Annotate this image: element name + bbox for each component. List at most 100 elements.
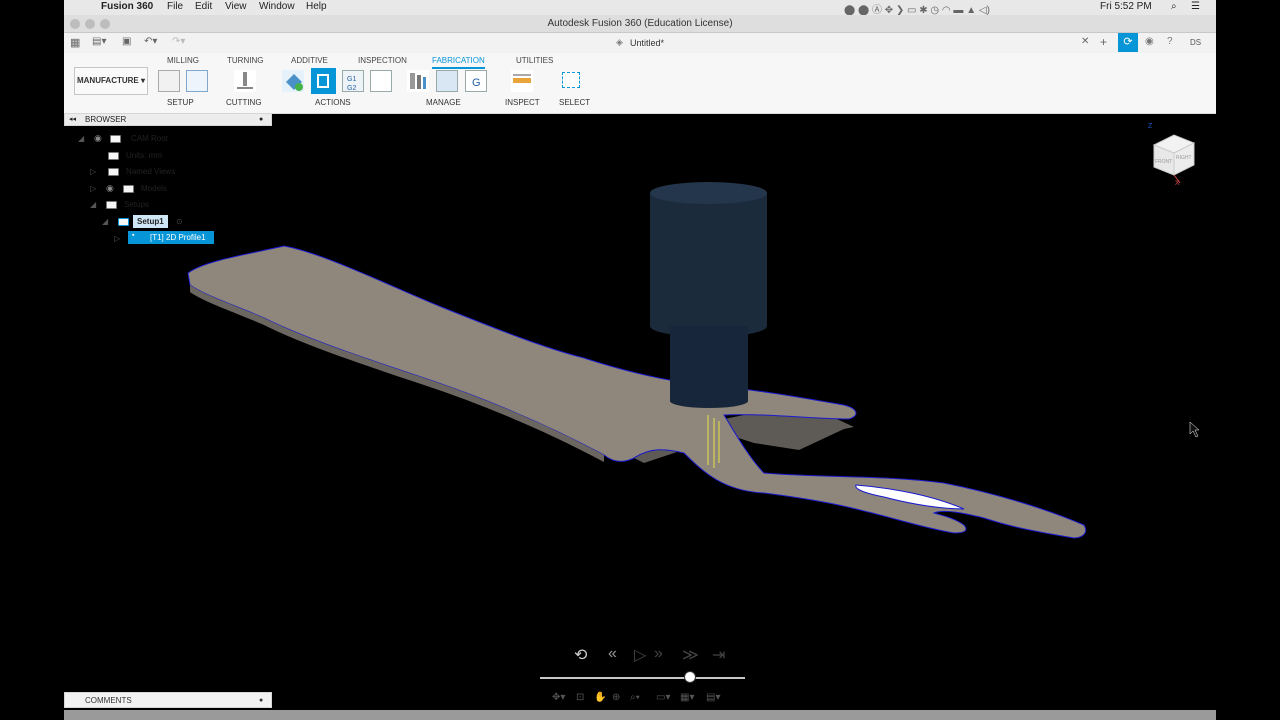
app-menu[interactable]: Fusion 360 — [101, 1, 153, 12]
save-icon[interactable]: ▣ — [122, 36, 131, 47]
select-icon[interactable] — [562, 72, 580, 88]
toolbar-ribbon: MILLING TURNING ADDITIVE INSPECTION FABR… — [64, 53, 1216, 114]
play-icon[interactable]: ▷ — [634, 645, 646, 665]
spotlight-icon[interactable]: ⌕ — [1171, 1, 1177, 12]
user-avatar[interactable]: DS — [1190, 38, 1201, 47]
group-actions[interactable]: ACTIONS — [315, 98, 351, 107]
mouse-cursor — [1189, 421, 1200, 438]
expand-triangle-icon[interactable]: ▷ — [90, 165, 96, 178]
fit-icon[interactable]: ⌕▾ — [630, 692, 640, 703]
collapse-icon[interactable]: ◂◂ — [69, 114, 76, 126]
visibility-eye-icon[interactable]: ◉ — [94, 132, 102, 145]
expand-triangle-icon[interactable]: ◢ — [102, 215, 108, 228]
view-cube-right[interactable]: RIGHT — [1176, 155, 1192, 161]
post-library-icon[interactable]: G — [465, 70, 487, 92]
models-folder-icon — [123, 185, 134, 193]
data-panel-icon[interactable]: ▦ — [70, 36, 80, 49]
step-back-icon[interactable]: « — [608, 645, 617, 663]
nc-program-icon[interactable] — [186, 70, 208, 92]
machine-library-icon[interactable] — [436, 70, 458, 92]
new-setup-icon[interactable] — [158, 70, 180, 92]
view-cube-front[interactable]: FRONT — [1155, 159, 1172, 165]
tree-label-setups: Setups — [124, 200, 149, 209]
redo-icon[interactable]: ↷▾ — [172, 36, 185, 47]
part-top-face[interactable] — [187, 245, 1087, 539]
browser-header[interactable]: ◂◂ BROWSER ● — [64, 113, 272, 126]
gcode-icon[interactable]: G1 G2 — [342, 70, 364, 92]
timeline-scrubber[interactable] — [684, 671, 696, 683]
measure-icon[interactable] — [511, 70, 533, 92]
group-inspect[interactable]: INSPECT — [505, 98, 540, 107]
status-icons[interactable]: ⬤ ⬤ Ⓐ ✥ ❯ ▭ ✱ ◷ ◠ ▬ ▲ ◁) — [844, 1, 990, 16]
fast-forward-icon[interactable]: ≫ — [682, 645, 699, 665]
help-icon[interactable]: ? — [1167, 36, 1173, 47]
menu-window[interactable]: Window — [259, 1, 295, 12]
notification-center-icon[interactable]: ☰ — [1191, 1, 1200, 12]
file-menu-icon[interactable]: ▤▾ — [92, 36, 106, 47]
tree-label-operation: [T1] 2D Profile1 — [150, 233, 206, 242]
tool-library-icon-svg — [410, 73, 426, 89]
visibility-eye-icon[interactable]: ◉ — [106, 182, 114, 195]
first-frame-icon[interactable]: ⟲ — [574, 645, 587, 665]
view-cube[interactable]: Z FRONT RIGHT X — [1148, 123, 1200, 189]
group-setup[interactable]: SETUP — [167, 98, 194, 107]
menubar-clock[interactable]: Fri 5:52 PM — [1100, 1, 1152, 12]
new-tab-icon[interactable]: + — [1100, 35, 1107, 49]
simulate-icon-svg — [286, 74, 303, 91]
tab-fabrication[interactable]: FABRICATION — [432, 56, 485, 69]
tool-library-icon[interactable] — [407, 70, 429, 92]
menu-file[interactable]: File — [167, 1, 183, 12]
tab-milling[interactable]: MILLING — [167, 56, 199, 65]
orbit-icon[interactable]: ✥▾ — [552, 692, 565, 703]
menu-view[interactable]: View — [225, 1, 247, 12]
extensions-icon[interactable]: ⟳ — [1118, 33, 1138, 52]
tab-turning[interactable]: TURNING — [227, 56, 263, 65]
group-manage[interactable]: MANAGE — [426, 98, 461, 107]
look-at-icon[interactable]: ⊡ — [576, 692, 584, 703]
setup-sheet-icon[interactable] — [370, 70, 392, 92]
tab-inspection[interactable]: INSPECTION — [358, 56, 407, 65]
cutting-tool-icon[interactable] — [234, 70, 256, 92]
display-settings-icon[interactable]: ▭▾ — [656, 692, 670, 703]
view-cube-x-axis: X — [1175, 180, 1180, 187]
expand-triangle-icon[interactable]: ▷ — [90, 182, 96, 195]
post-process-icon[interactable] — [311, 68, 336, 94]
step-forward-icon[interactable]: » — [654, 645, 663, 663]
tab-additive[interactable]: ADDITIVE — [291, 56, 328, 65]
grid-icon[interactable]: ▦▾ — [680, 692, 694, 703]
expand-triangle-icon[interactable]: ◢ — [78, 132, 84, 145]
menu-edit[interactable]: Edit — [195, 1, 212, 12]
zoom-icon[interactable]: ⊕ — [612, 692, 620, 703]
tool-shank — [670, 326, 748, 401]
comments-label: COMMENTS — [85, 696, 132, 705]
window-zoom-button[interactable] — [100, 19, 110, 29]
comments-add-icon[interactable]: ● — [259, 693, 263, 708]
setups-folder-icon — [106, 201, 117, 209]
group-select[interactable]: SELECT — [559, 98, 590, 107]
browser-pin-icon[interactable]: ● — [259, 114, 263, 126]
menu-help[interactable]: Help — [306, 1, 327, 12]
timeline-track[interactable] — [540, 677, 745, 679]
expand-triangle-icon[interactable]: ◢ — [90, 198, 96, 211]
window-close-button[interactable] — [70, 19, 80, 29]
comments-panel[interactable]: COMMENTS ● — [64, 692, 272, 708]
close-tab-icon[interactable]: ✕ — [1081, 36, 1089, 47]
group-cutting[interactable]: CUTTING — [226, 98, 262, 107]
cutting-tool[interactable] — [650, 182, 767, 408]
expand-triangle-icon[interactable]: ▷ — [114, 232, 120, 245]
tree-label-setup1: Setup1 — [133, 215, 168, 228]
last-frame-icon[interactable]: ⇥ — [712, 645, 725, 665]
pan-icon[interactable]: ✋ — [594, 692, 606, 703]
simulate-icon[interactable] — [282, 70, 304, 92]
view-cube-z-axis: Z — [1148, 123, 1153, 130]
undo-icon[interactable]: ↶▾ — [144, 36, 157, 47]
window-title: Autodesk Fusion 360 (Education License) — [547, 18, 733, 29]
job-status-icon[interactable]: ◉ — [1145, 36, 1154, 47]
workspace-switcher[interactable]: MANUFACTURE ▾ — [74, 67, 148, 95]
document-tab-name[interactable]: Untitled* — [630, 38, 664, 48]
activate-setup-icon[interactable]: ⊙ — [176, 215, 183, 228]
navigation-bar: ✥▾ ⊡ ✋ ⊕ ⌕▾ ▭▾ ▦▾ ▤▾ — [548, 690, 728, 708]
tab-utilities[interactable]: UTILITIES — [516, 56, 553, 65]
viewports-icon[interactable]: ▤▾ — [706, 692, 720, 703]
window-minimize-button[interactable] — [85, 19, 95, 29]
